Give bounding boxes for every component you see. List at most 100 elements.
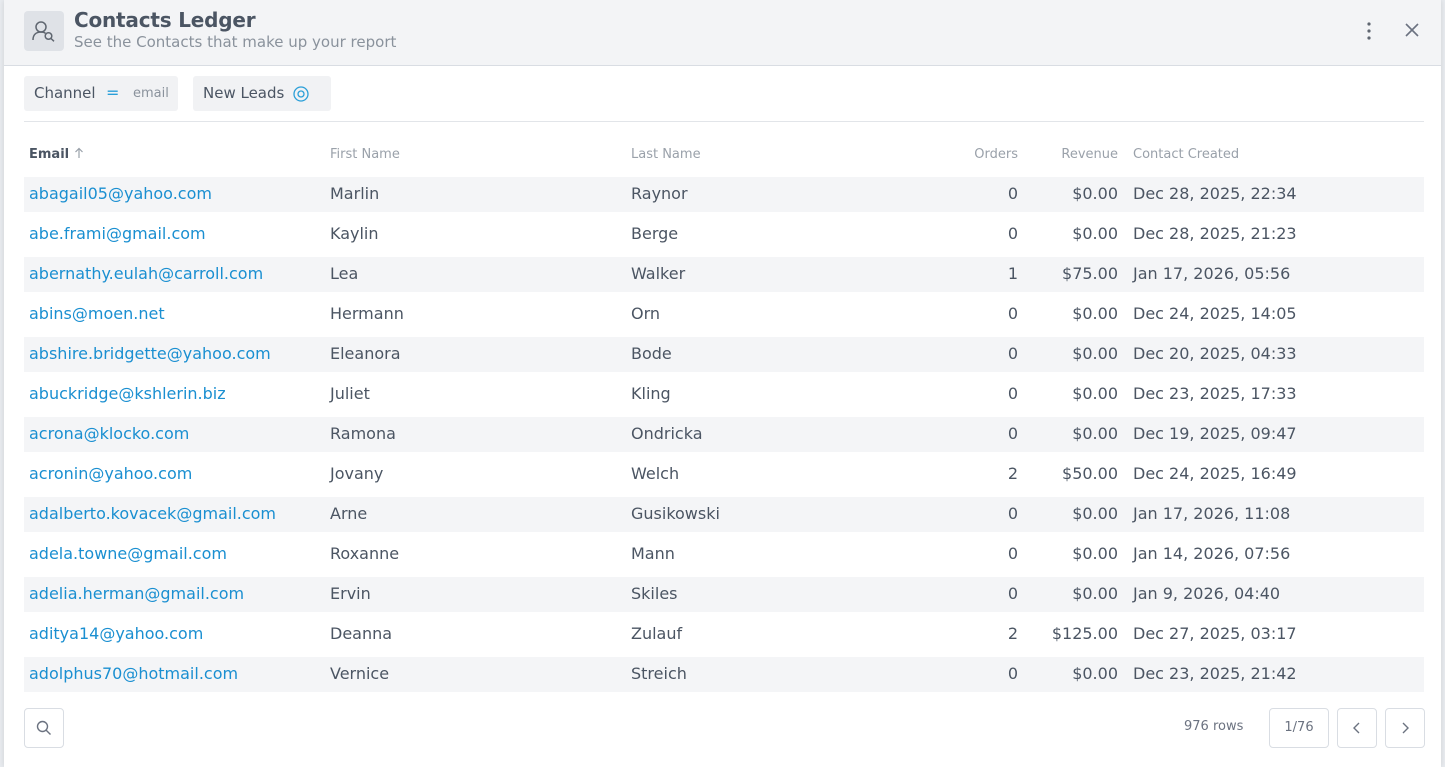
previous-page-button[interactable] [1337,708,1377,748]
rows-count: 976 rows [1184,719,1244,734]
first-name-cell: Eleanora [330,344,401,363]
table-header: Email First Name Last Name Orders Revenu… [24,145,1424,165]
first-name-cell: Ramona [330,424,396,443]
column-header-orders[interactable]: Orders [974,147,1018,162]
table-row[interactable]: abagail05@yahoo.com Marlin Raynor 0 $0.00 Dec… [24,176,1424,216]
revenue-cell: $0.00 [1072,504,1118,523]
table-row[interactable]: abe.frami@gmail.com Kaylin Berge 0 $0.00 Dec … [24,216,1424,256]
email-cell[interactable]: adela.towne@gmail.com [29,544,227,563]
email-cell[interactable]: abe.frami@gmail.com [29,224,206,243]
orders-cell: 0 [1007,184,1018,203]
email-cell[interactable]: aditya14@yahoo.com [29,624,203,643]
revenue-cell: $0.00 [1072,544,1118,563]
revenue-cell: $0.00 [1072,384,1118,403]
last-name-cell: Kling [631,384,671,403]
email-cell[interactable]: abshire.bridgette@yahoo.com [29,344,271,363]
created-cell: Jan 17, 2026, 05:56 [1133,264,1291,283]
last-name-cell: Bode [631,344,672,363]
orders-cell: 0 [1007,584,1018,603]
last-name-cell: Skiles [631,584,678,603]
first-name-cell: Juliet [330,384,370,403]
orders-cell: 0 [1007,504,1018,523]
orders-cell: 0 [1007,344,1018,363]
table-row[interactable]: adolphus70@hotmail.com Vernice Streich 0 $0.… [24,656,1424,696]
email-cell[interactable]: abernathy.eulah@carroll.com [29,264,263,283]
created-cell: Dec 23, 2025, 21:42 [1133,664,1297,683]
revenue-cell: $50.00 [1062,464,1118,483]
email-cell[interactable]: abagail05@yahoo.com [29,184,212,203]
orders-cell: 2 [1007,624,1018,643]
revenue-cell: $0.00 [1072,304,1118,323]
email-cell[interactable]: acrona@klocko.com [29,424,189,443]
column-header-email[interactable]: Email [29,147,84,162]
page-indicator[interactable]: 1/76 [1269,708,1329,748]
last-name-cell: Streich [631,664,687,683]
search-icon [36,720,51,735]
table-row[interactable]: acrona@klocko.com Ramona Ondricka 0 $0.00 Dec… [24,416,1424,456]
chevron-right-icon [1402,722,1409,734]
last-name-cell: Welch [631,464,680,483]
first-name-cell: Vernice [330,664,390,683]
table-row[interactable]: abshire.bridgette@yahoo.com Eleanora Bode 0… [24,336,1424,376]
email-cell[interactable]: abins@moen.net [29,304,165,323]
more-options-icon[interactable] [1359,20,1379,42]
contacts-search-icon [24,11,64,51]
first-name-cell: Ervin [330,584,371,603]
last-name-cell: Berge [631,224,679,243]
revenue-cell: $0.00 [1072,344,1118,363]
table-row[interactable]: aditya14@yahoo.com Deanna Zulauf 2 $125.00 De… [24,616,1424,656]
orders-cell: 0 [1007,424,1018,443]
created-cell: Dec 27, 2025, 03:17 [1133,624,1297,643]
revenue-cell: $125.00 [1051,624,1118,643]
created-cell: Dec 19, 2025, 09:47 [1133,424,1297,443]
column-header-last-name[interactable]: Last Name [631,147,701,162]
created-cell: Dec 28, 2025, 21:23 [1133,224,1297,243]
email-cell[interactable]: acronin@yahoo.com [29,464,192,483]
next-page-button[interactable] [1385,708,1425,748]
revenue-cell: $0.00 [1072,664,1118,683]
revenue-cell: $0.00 [1072,424,1118,443]
email-cell[interactable]: adolphus70@hotmail.com [29,664,238,683]
revenue-cell: $0.00 [1072,184,1118,203]
search-button[interactable] [24,708,64,748]
last-name-cell: Raynor [631,184,688,203]
table-row[interactable]: adela.towne@gmail.com Roxanne Mann 0 $0.00 Ja… [24,536,1424,576]
first-name-cell: Marlin [330,184,380,203]
sort-ascending-icon [74,147,83,158]
column-header-revenue[interactable]: Revenue [1061,147,1118,162]
first-name-cell: Hermann [330,304,404,323]
table-row[interactable]: abuckridge@kshlerin.biz Juliet Kling 0 $0.00… [24,376,1424,416]
table-row[interactable]: abernathy.eulah@carroll.com Lea Walker 1 $75… [24,256,1424,296]
first-name-cell: Deanna [330,624,393,643]
filter-chip-channel[interactable]: Channel = email [24,76,178,111]
created-cell: Jan 14, 2026, 07:56 [1133,544,1291,563]
table-row[interactable]: adalberto.kovacek@gmail.com Arne Gusikowsk… [24,496,1424,536]
filter-chip-new-leads[interactable]: New Leads [193,76,331,111]
column-header-first-name[interactable]: First Name [330,147,400,162]
created-cell: Dec 28, 2025, 22:34 [1133,184,1297,203]
divider [24,121,1424,122]
last-name-cell: Mann [631,544,675,563]
revenue-cell: $0.00 [1072,584,1118,603]
table-row[interactable]: adelia.herman@gmail.com Ervin Skiles 0 $0.00… [24,576,1424,616]
first-name-cell: Jovany [330,464,384,483]
table-row[interactable]: acronin@yahoo.com Jovany Welch 2 $50.00 Dec 2… [24,456,1424,496]
table-row[interactable]: abins@moen.net Hermann Orn 0 $0.00 Dec 24, 20… [24,296,1424,336]
first-name-cell: Roxanne [330,544,400,563]
filter-label: Channel [34,84,96,102]
orders-cell: 0 [1007,544,1018,563]
email-cell[interactable]: adalberto.kovacek@gmail.com [29,504,276,523]
filter-value: email [133,86,169,101]
last-name-cell: Zulauf [631,624,683,643]
table-body: abagail05@yahoo.com Marlin Raynor 0 $0.00 Dec… [24,176,1424,696]
created-cell: Dec 24, 2025, 16:49 [1133,464,1297,483]
chevron-left-icon [1353,722,1360,734]
last-name-cell: Orn [631,304,661,323]
orders-cell: 1 [1007,264,1018,283]
email-cell[interactable]: abuckridge@kshlerin.biz [29,384,226,403]
column-header-contact-created[interactable]: Contact Created [1133,147,1239,162]
email-cell[interactable]: adelia.herman@gmail.com [29,584,244,603]
modal-header: Contacts Ledger See the Contacts that ma… [4,0,1441,66]
close-icon[interactable] [1401,19,1423,41]
last-name-cell: Walker [631,264,686,283]
